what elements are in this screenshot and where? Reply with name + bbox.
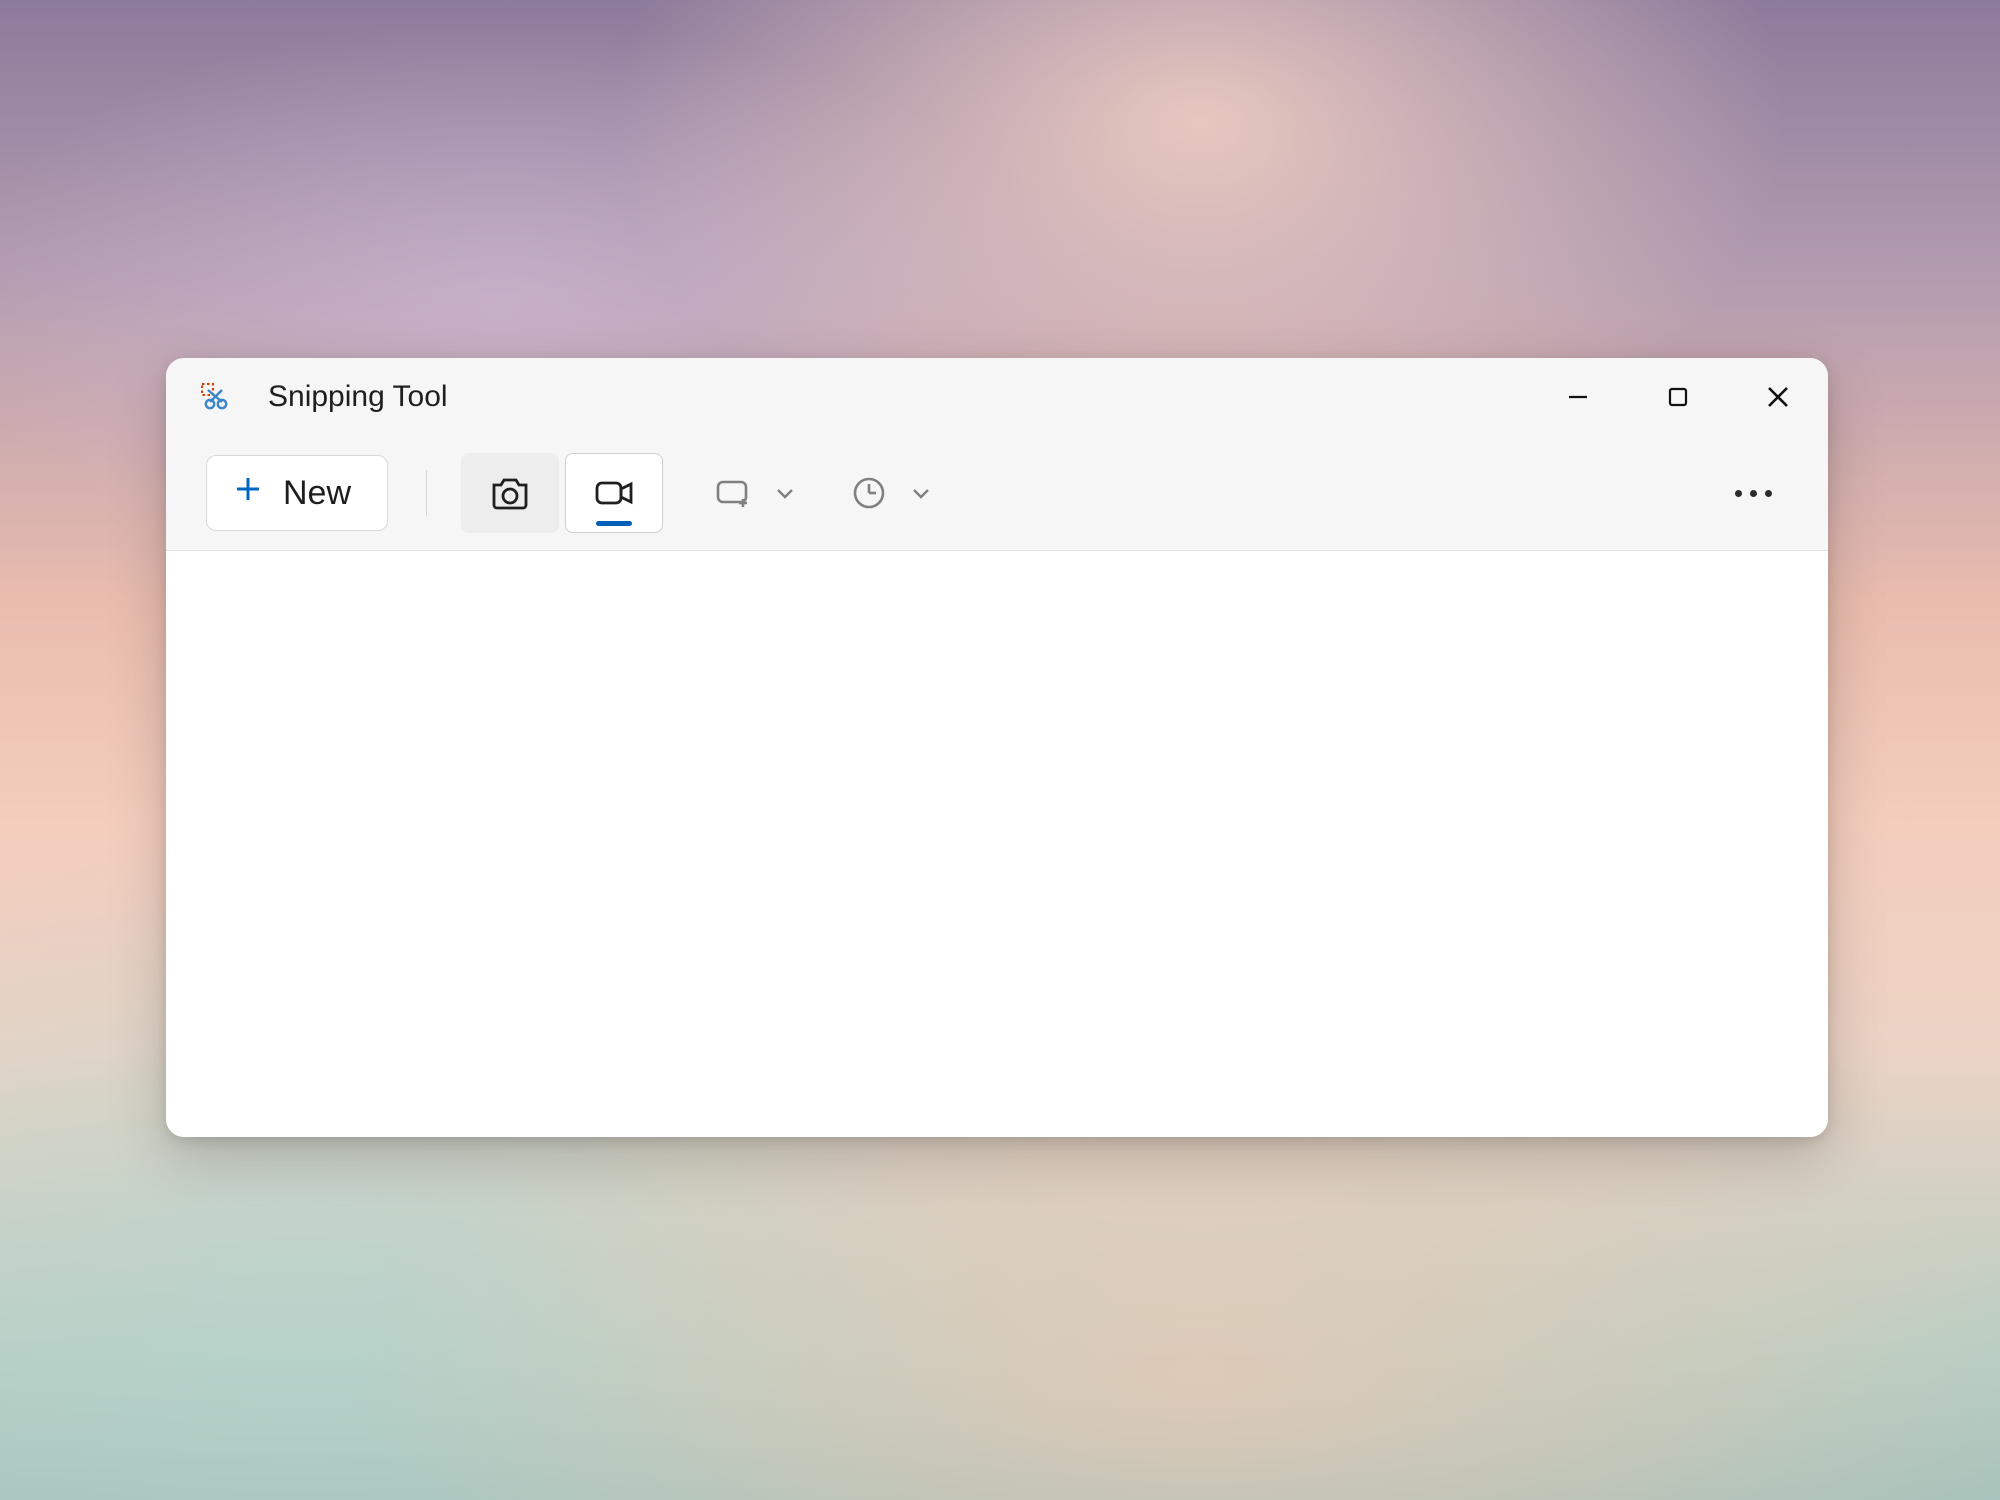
camera-icon <box>488 471 532 515</box>
close-icon <box>1765 384 1791 410</box>
snip-shape-dropdown[interactable] <box>711 471 799 515</box>
close-button[interactable] <box>1728 358 1828 436</box>
delay-dropdown[interactable] <box>847 471 935 515</box>
chevron-down-icon <box>771 482 799 504</box>
plus-icon <box>233 474 263 513</box>
minimize-icon <box>1566 385 1590 409</box>
minimize-button[interactable] <box>1528 358 1628 436</box>
photo-mode-button[interactable] <box>461 453 559 533</box>
rectangle-snip-icon <box>711 471 755 515</box>
app-title: Snipping Tool <box>268 380 448 414</box>
toolbar-divider <box>426 470 427 516</box>
content-area <box>166 551 1828 1137</box>
ellipsis-icon <box>1735 490 1772 497</box>
chevron-down-icon <box>907 482 935 504</box>
titlebar[interactable]: Snipping Tool <box>166 358 1828 436</box>
video-mode-button[interactable] <box>565 453 663 533</box>
maximize-button[interactable] <box>1628 358 1728 436</box>
toolbar: New <box>166 436 1828 551</box>
more-options-button[interactable] <box>1718 463 1788 523</box>
clock-icon <box>847 471 891 515</box>
capture-mode-group <box>461 453 663 533</box>
video-icon <box>592 471 636 515</box>
app-icon-snipping-tool <box>200 382 230 412</box>
new-button[interactable]: New <box>206 455 388 531</box>
window-caption-buttons <box>1528 358 1828 436</box>
maximize-icon <box>1666 385 1690 409</box>
app-window: Snipping Tool <box>166 358 1828 1137</box>
new-button-label: New <box>283 474 351 513</box>
